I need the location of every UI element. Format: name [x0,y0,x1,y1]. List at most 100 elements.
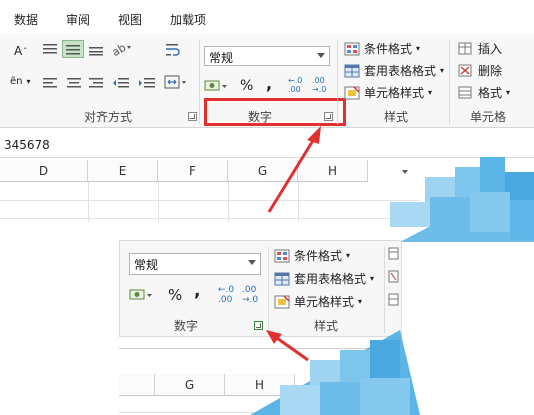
alignment-group-label: 对齐方式 [84,110,133,124]
comma-style-button[interactable]: , [266,74,272,93]
conditional-format-button[interactable]: 条件格式 ▾ [344,40,420,57]
tab-addins[interactable]: 加载项 [170,11,206,28]
number-group-label-zoomed: 数字 [174,319,199,333]
format-cells-icon [458,86,472,98]
format-cells-button[interactable]: 格式 ▾ [458,84,510,101]
decrease-indent-icon [113,78,129,88]
font-size-increase-button[interactable]: Aˆ [14,44,27,58]
align-top-icon [43,44,57,54]
percent-button[interactable]: % [240,78,253,94]
align-left-button[interactable] [42,76,58,90]
col-gridline [158,182,159,222]
alignment-dialog-launcher[interactable] [188,112,197,121]
merge-center-button[interactable] [164,74,188,90]
increase-decimal-button-zoomed[interactable]: ←.0 .00 [218,285,234,305]
conditional-format-icon [344,42,360,55]
increase-indent-button[interactable] [138,76,156,90]
group-divider [337,40,338,124]
delete-label: 删除 [478,64,503,78]
delete-cells-button-zoomed[interactable] [388,270,400,284]
cell-styles-label: 单元格样式 [364,86,425,100]
conditional-format-icon [274,249,290,262]
column-header-f[interactable]: F [158,160,228,182]
currency-icon [204,80,227,91]
red-arrow-top [267,126,321,213]
column-header-d[interactable]: D [0,160,88,182]
column-header-e[interactable]: E [88,160,158,182]
insert-cells-icon [388,247,399,260]
decrease-decimal-button[interactable]: .00 →.0 [312,76,326,94]
formula-value: 345678 [4,138,50,152]
table-format-label: 套用表格格式 [294,272,367,286]
number-format-dropdown-zoomed[interactable]: 常规 [129,253,261,275]
cell-styles-button[interactable]: 单元格样式 ▾ [344,84,432,101]
table-format-icon [274,272,290,285]
align-right-icon [89,78,103,88]
row-gridline [0,218,420,219]
table-format-label: 套用表格格式 [364,64,437,78]
table-format-icon [344,64,360,77]
ribbon: Aˆ ab ẽn ▾ 对齐方式 常规 % , ←.0 .00 .00 →.0 数… [0,34,534,128]
tab-data[interactable]: 数据 [14,11,38,28]
column-header-g-zoomed[interactable]: G [155,374,225,396]
accounting-format-button-zoomed[interactable] [129,287,155,303]
comma-style-button-zoomed[interactable]: , [194,281,200,301]
align-middle-button[interactable] [62,40,84,58]
cell-styles-button-zoomed[interactable]: 单元格样式 ▾ [274,293,362,310]
conditional-format-button-zoomed[interactable]: 条件格式 ▾ [274,247,350,264]
align-top-button[interactable] [42,42,58,56]
format-label: 格式 [478,86,503,100]
font-size-dropdown[interactable]: ẽn ▾ [10,76,31,87]
cell-styles-label: 单元格样式 [294,295,355,309]
align-bottom-button[interactable] [88,42,104,56]
merge-cells-icon [164,75,186,89]
format-as-table-button[interactable]: 套用表格格式 ▾ [344,62,444,79]
pixelated-blur-top [390,157,534,242]
wrap-text-icon [166,44,180,56]
text-orientation-icon: ab [112,42,131,56]
align-center-button[interactable] [66,76,82,90]
align-bottom-icon [89,47,103,56]
accounting-format-button[interactable] [204,78,230,94]
align-left-icon [43,78,57,88]
delete-cells-icon [458,64,472,76]
chevron-down-icon [317,53,325,58]
styles-group-label: 样式 [384,110,409,124]
increase-indent-icon [139,78,155,88]
align-middle-icon [66,45,80,55]
insert-cells-button[interactable]: 插入 [458,40,502,57]
cell-styles-icon [274,294,290,308]
percent-button-zoomed[interactable]: % [168,286,182,304]
delete-cells-icon [388,270,399,283]
increase-decimal-button[interactable]: ←.0 .00 [288,76,302,94]
wrap-text-button[interactable] [164,42,182,58]
chevron-down-icon [248,260,256,265]
orientation-button[interactable]: ab [112,42,134,56]
conditional-format-label: 条件格式 [364,42,413,56]
cell-styles-icon [344,85,360,99]
decrease-indent-button[interactable] [112,76,130,90]
col-gridline [228,182,229,222]
worksheet-grid-top: D E F G H [0,160,420,222]
tab-review[interactable]: 审阅 [66,11,90,28]
number-format-value-zoomed: 常规 [134,258,159,272]
currency-icon [129,289,152,300]
group-divider [199,40,200,124]
decrease-decimal-button-zoomed[interactable]: .00 →.0 [242,285,258,305]
row-gridline [0,200,420,201]
insert-cells-icon [458,42,472,54]
ribbon-tab-bar: 数据 审阅 视图 加载项 [0,0,534,34]
align-right-button[interactable] [88,76,104,90]
format-cells-button-zoomed[interactable] [388,293,400,307]
align-center-icon [67,78,81,88]
column-header-partial [119,374,155,396]
insert-cells-button-zoomed[interactable] [388,247,400,261]
col-gridline [88,182,89,222]
format-as-table-button-zoomed[interactable]: 套用表格格式 ▾ [274,270,374,287]
group-divider [449,40,450,124]
tab-view[interactable]: 视图 [118,11,142,28]
number-format-dropdown[interactable]: 常规 [204,46,330,66]
delete-cells-button[interactable]: 删除 [458,62,502,79]
number-format-value: 常规 [209,51,234,65]
red-arrow-bottom [266,330,309,362]
